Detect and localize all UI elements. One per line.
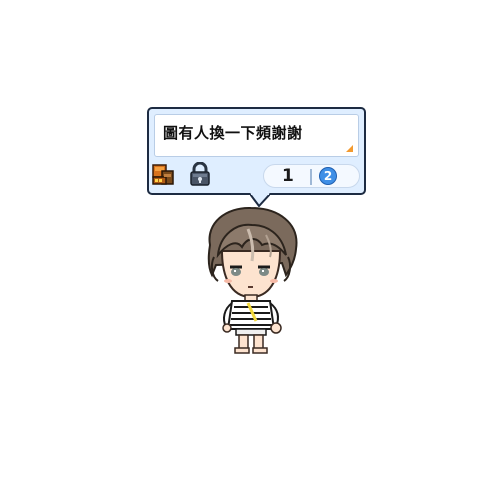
treasure-box-icon[interactable] <box>152 162 174 186</box>
chat-balloon: 圖有人換一下頻謝謝 1 2 <box>147 107 366 195</box>
player-character[interactable] <box>196 205 306 355</box>
page-counter: 1 2 <box>263 164 360 188</box>
page-current: 1 <box>282 166 294 186</box>
padlock-icon[interactable] <box>189 162 211 186</box>
expand-corner-icon[interactable] <box>346 145 353 152</box>
game-scene: 圖有人換一下頻謝謝 1 2 <box>0 0 496 496</box>
next-page-button[interactable]: 2 <box>319 167 337 185</box>
chat-message-box: 圖有人換一下頻謝謝 <box>154 114 359 157</box>
page-separator <box>310 169 312 185</box>
chat-message: 圖有人換一下頻謝謝 <box>163 124 303 142</box>
